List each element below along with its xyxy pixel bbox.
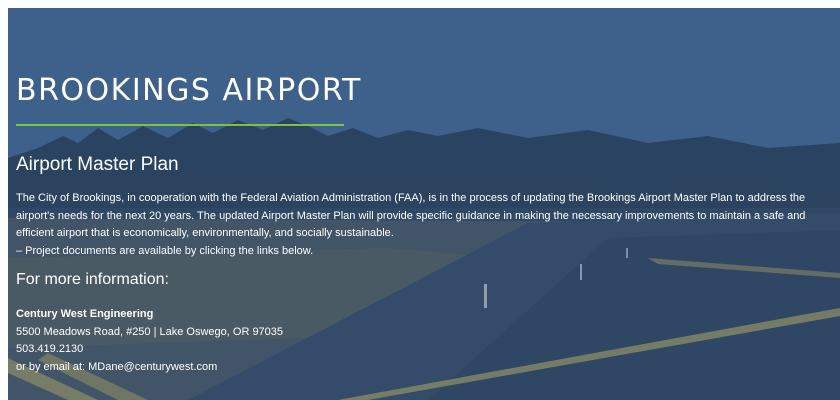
intro-paragraph: The City of Brookings, in cooperation wi… — [16, 192, 806, 239]
contact-email: or by email at: MDane@centurywest.com — [16, 360, 218, 373]
hero-banner: BROOKINGS AIRPORT Airport Master Plan Th… — [8, 8, 840, 400]
title-accent-rule — [16, 124, 344, 126]
contact-company: Century West Engineering — [16, 308, 154, 320]
contact-address: 5500 Meadows Road, #250 | Lake Oswego, O… — [16, 325, 284, 338]
section-title: Airport Master Plan — [16, 154, 179, 175]
contact-block: Century West Engineering 5500 Meadows Ro… — [16, 306, 283, 376]
site-title: BROOKINGS AIRPORT — [16, 73, 362, 108]
documents-note: – Project documents are available by cli… — [16, 245, 314, 257]
more-info-heading: For more information: — [16, 271, 169, 288]
contact-phone: 503.419.2130 — [16, 343, 84, 355]
